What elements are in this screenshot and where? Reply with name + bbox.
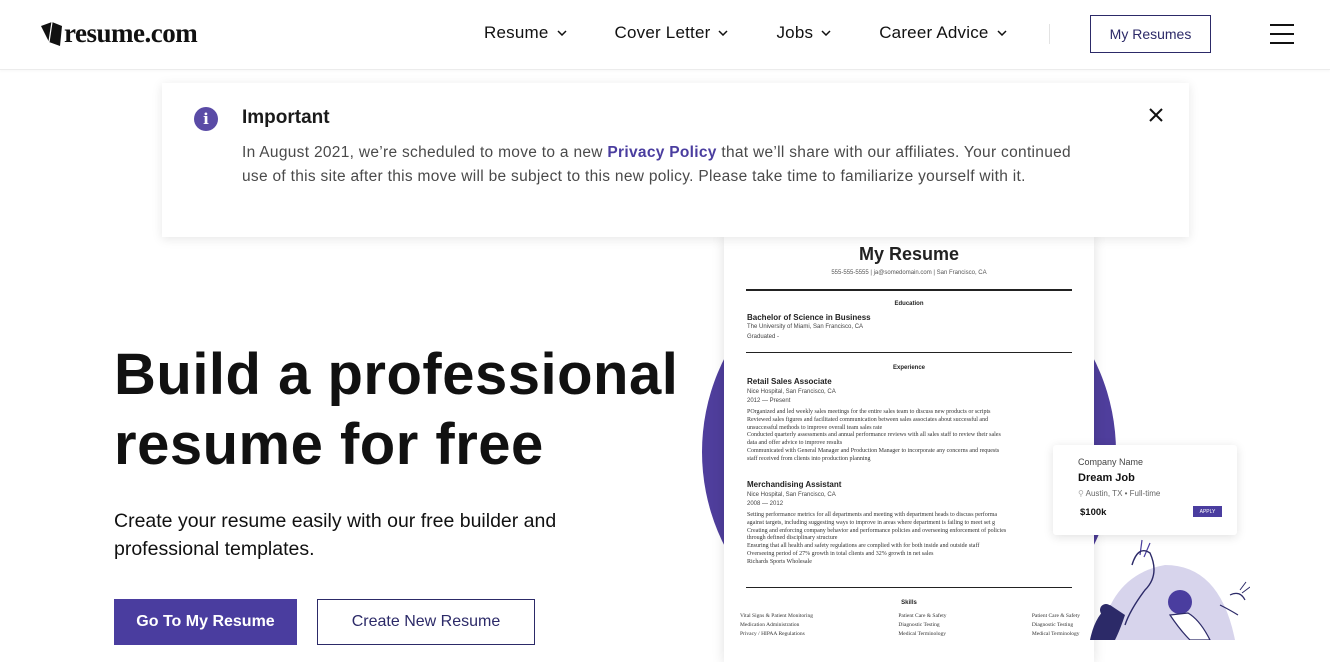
logo-text: resume.com (64, 18, 198, 48)
divider (746, 352, 1072, 353)
nav-cover-letter[interactable]: Cover Letter (615, 23, 729, 43)
resume-preview-name: My Resume (858, 244, 960, 264)
privacy-notice: i Important In August 2021, we’re schedu… (162, 83, 1189, 237)
text-line: Ensuring that all health and safety regu… (747, 543, 980, 550)
skill-item: Medical Terminology (898, 631, 947, 637)
create-new-resume-button[interactable]: Create New Resume (317, 599, 535, 645)
resume-preview-degree: Bachelor of Science in Business (747, 313, 871, 322)
resume-preview-school: The University of Miami, San Francisco, … (747, 324, 864, 330)
resume-preview-job2-lines: Setting performance metrics for all depa… (747, 512, 1067, 567)
job-card-location-text: Austin, TX • Full-time (1085, 489, 1161, 498)
nav-cover-letter-label: Cover Letter (614, 23, 711, 42)
resume-preview-job1-lines: POrganized and led weekly sales meetings… (747, 409, 1067, 464)
notice-body-text: In August 2021, we’re scheduled to move … (242, 144, 608, 161)
text-line: Reviewed sales figures and facilitated c… (747, 416, 989, 423)
text-line: against targets, including suggesting wa… (747, 519, 995, 526)
hamburger-menu-icon[interactable] (1270, 24, 1294, 44)
resume-preview-skills-heading: Skills (901, 600, 917, 606)
job-card-company: Company Name (1078, 457, 1144, 467)
skill-item: Patient Care & Safety (898, 613, 947, 619)
header-divider (1049, 24, 1050, 44)
main-nav: Resume Cover Letter Jobs Career Advice (484, 23, 1055, 43)
resume-preview-job1-dates: 2012 — Present (747, 398, 791, 404)
nav-jobs[interactable]: Jobs (776, 23, 831, 43)
skill-item: Vital Signs & Patient Monitoring (740, 613, 814, 619)
text-line: POrganized and led weekly sales meetings… (747, 409, 991, 415)
privacy-policy-link[interactable]: Privacy Policy (607, 144, 716, 161)
chevron-down-icon (556, 30, 567, 36)
job-card-apply-button: APPLY (1193, 506, 1222, 517)
site-header: resume.com Resume Cover Letter Jobs Care… (0, 0, 1330, 70)
nav-career-advice[interactable]: Career Advice (879, 23, 1007, 43)
skill-item: Privacy / HIPAA Regulations (740, 631, 805, 637)
chevron-down-icon (718, 30, 728, 36)
go-to-my-resume-button[interactable]: Go To My Resume (114, 599, 297, 645)
people-illustration (1090, 539, 1250, 640)
resume-preview-job2-dates: 2008 — 2012 (747, 501, 784, 507)
text-line: data and offer advice to improve results (747, 440, 843, 447)
skill-item: Medication Administration (740, 622, 800, 628)
text-line: Overseeing period of 27% growth in total… (747, 550, 934, 557)
notice-body: In August 2021, we’re scheduled to move … (242, 141, 1082, 189)
job-card-title: Dream Job (1078, 472, 1135, 484)
skills-column: Vital Signs & Patient Monitoring Medicat… (740, 612, 813, 639)
hero-title-line: resume for free (114, 412, 544, 477)
hero-subtitle: Create your resume easily with our free … (114, 510, 557, 560)
resume-preview-job2-place: Nice Hospital, San Francisco, CA (747, 492, 836, 498)
skill-item: Diagnostic Testing (898, 622, 940, 628)
resume-preview-job1-place: Nice Hospital, San Francisco, CA (747, 389, 836, 395)
logo[interactable]: resume.com (40, 18, 198, 49)
nav-resume-label: Resume (484, 23, 549, 42)
hero-title: Build a professional resume for free (114, 340, 714, 480)
info-icon: i (194, 107, 218, 131)
divider (746, 587, 1072, 588)
resume-preview-card: My Resume 555-555-5555 | ja@somedomain.c… (724, 232, 1094, 662)
resume-preview-graduated: Graduated - (747, 334, 780, 340)
chevron-down-icon (997, 30, 1007, 36)
hero-title-line: Build a professional (114, 342, 679, 407)
resume-preview-skills: Vital Signs & Patient Monitoring Medicat… (740, 612, 1080, 639)
resume-preview-experience-heading: Experience (892, 365, 926, 371)
notice-title: Important (242, 107, 330, 128)
text-line: Communicated with General Manager and Pr… (747, 447, 1000, 454)
job-card-location: ⚲ Austin, TX • Full-time (1078, 489, 1160, 498)
text-line: staff received from clients into product… (747, 455, 871, 462)
location-pin-icon: ⚲ (1078, 489, 1084, 498)
job-card: Company Name Dream Job ⚲ Austin, TX • Fu… (1053, 445, 1237, 535)
chevron-down-icon (821, 30, 831, 36)
skills-column: Patient Care & Safety Diagnostic Testing… (898, 612, 946, 639)
resume-preview-job2-title: Merchandising Assistant (747, 480, 842, 489)
logo-mark-icon (41, 21, 62, 46)
nav-career-advice-label: Career Advice (879, 23, 989, 42)
divider (746, 289, 1072, 291)
nav-jobs-label: Jobs (776, 23, 814, 42)
text-line: Richards Sports Wholesale (747, 558, 812, 565)
text-line: Setting performance metrics for all depa… (747, 512, 998, 518)
my-resumes-button[interactable]: My Resumes (1090, 15, 1211, 53)
job-card-salary: $100k (1080, 507, 1107, 518)
resume-preview-job1-title: Retail Sales Associate (747, 377, 832, 386)
nav-resume[interactable]: Resume (484, 23, 567, 43)
close-icon[interactable] (1148, 107, 1164, 123)
resume-preview-education-heading: Education (894, 301, 924, 307)
resume-preview-contact: 555-555-5555 | ja@somedomain.com | San F… (831, 270, 987, 276)
